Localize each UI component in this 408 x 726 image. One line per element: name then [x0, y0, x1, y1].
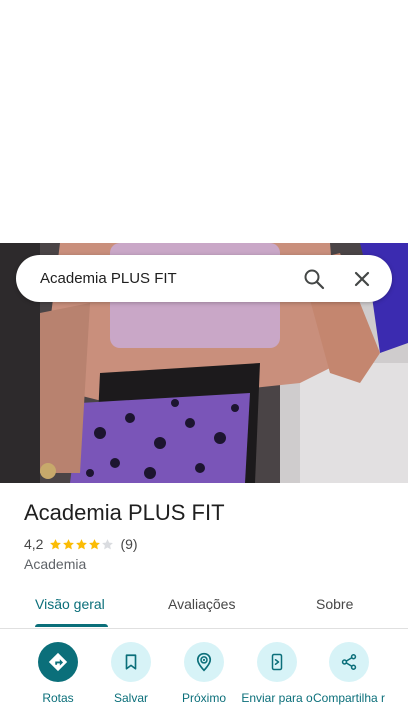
share-button[interactable]: Compartilha r — [309, 642, 389, 706]
bookmark-icon — [111, 642, 151, 682]
tab-reviews[interactable]: Avaliações — [168, 596, 235, 612]
tab-about[interactable]: Sobre — [316, 596, 353, 612]
close-icon[interactable] — [350, 267, 374, 291]
save-button[interactable]: Salvar — [91, 642, 171, 706]
nearby-icon — [184, 642, 224, 682]
search-icon[interactable] — [302, 267, 326, 291]
place-info: Academia PLUS FIT — [24, 500, 225, 526]
send-to-phone-icon — [257, 642, 297, 682]
send-to-phone-label: Enviar para o — [241, 691, 313, 705]
star-icon — [76, 538, 88, 549]
share-label: Compartilha r — [312, 691, 386, 705]
directions-label: Rotas — [42, 691, 74, 705]
save-label: Salvar — [113, 691, 148, 705]
tab-bar: Visão geral Avaliações Sobre — [0, 588, 408, 629]
review-count[interactable]: (9) — [120, 536, 137, 552]
place-title: Academia PLUS FIT — [24, 500, 225, 525]
star-rating — [49, 538, 114, 551]
send-to-phone-button[interactable]: Enviar para o — [237, 642, 317, 706]
directions-button[interactable]: Rotas — [18, 642, 98, 706]
star-icon — [89, 538, 101, 549]
rating-value: 4,2 — [24, 536, 44, 552]
directions-icon — [38, 642, 78, 682]
star-icon — [63, 538, 75, 549]
search-bar[interactable]: Academia PLUS FIT — [16, 255, 392, 302]
nearby-label: Próximo — [181, 691, 226, 705]
share-icon — [329, 642, 369, 682]
star-empty-icon — [102, 538, 114, 549]
tab-overview[interactable]: Visão geral — [35, 596, 105, 612]
tab-active-indicator — [35, 624, 108, 627]
nearby-button[interactable]: Próximo — [164, 642, 244, 706]
search-input[interactable]: Academia PLUS FIT — [40, 270, 177, 287]
action-bar: Rotas Salvar Próximo Enviar para o Compa… — [0, 640, 408, 726]
rating-row[interactable]: 4,2 (9) — [24, 536, 138, 552]
place-category: Academia — [24, 556, 87, 572]
star-icon — [50, 538, 62, 549]
